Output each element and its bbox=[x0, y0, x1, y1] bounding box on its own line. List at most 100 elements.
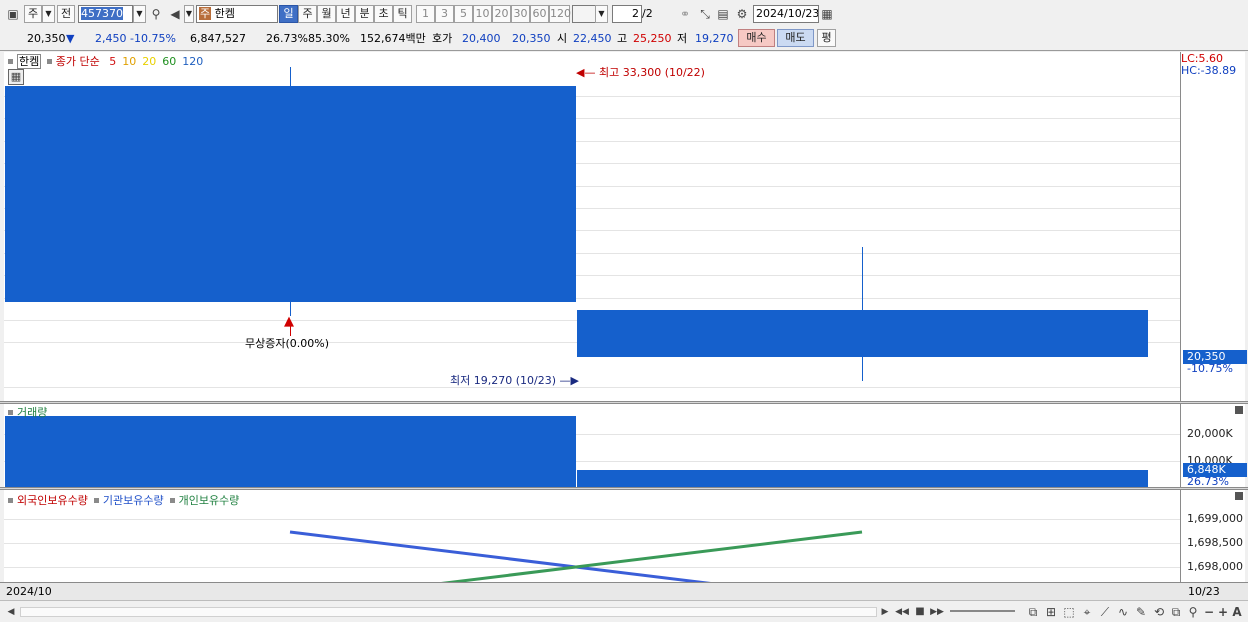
bid-price: 20,400 bbox=[462, 32, 501, 45]
rewind-icon[interactable]: ◀◀ bbox=[893, 603, 911, 621]
main-toolbar: ▣ 주 ▼ 전 457370 ▼ ⚲ ◀ ▼ 주 한켐 ▼ 2 /2 ⚭ ⤡ ▤… bbox=[0, 0, 1248, 29]
event-annotation: 무상증자(0.00%) bbox=[245, 337, 330, 350]
custom-interval-input[interactable] bbox=[572, 5, 596, 23]
close-holdings-panel-icon[interactable] bbox=[1235, 492, 1243, 500]
hc-label: HC:-38.89 bbox=[1181, 64, 1237, 77]
volume-bar bbox=[577, 469, 1148, 488]
legend-square-icon bbox=[46, 59, 52, 64]
holdings-y-tick: 1,699,000 bbox=[1187, 512, 1243, 525]
copy-icon[interactable]: ⧉ bbox=[1024, 603, 1042, 621]
minute-option-6[interactable]: 60 bbox=[530, 5, 549, 23]
minute-option-4[interactable]: 20 bbox=[492, 5, 511, 23]
quote-strip: 20,350 ▼ 2,450 -10.75% 6,847,527 26.73% … bbox=[0, 28, 1248, 51]
candle-body bbox=[5, 85, 576, 303]
ma-period-0: 5 bbox=[109, 55, 117, 68]
holdings-lines bbox=[289, 530, 863, 582]
window-menu-icon[interactable]: ▣ bbox=[4, 5, 22, 23]
max-price-annotation: ◀— 최고 33,300 (10/22) bbox=[576, 65, 705, 79]
period-tab-0[interactable]: 일 bbox=[279, 5, 298, 23]
speaker-dropdown-icon[interactable]: ▼ bbox=[184, 5, 194, 23]
page-input[interactable]: 2 bbox=[612, 5, 642, 23]
market-type-dropdown-icon[interactable]: ▼ bbox=[42, 5, 55, 23]
stock-tag: 한켐 bbox=[17, 54, 42, 69]
interval-dropdown-icon[interactable]: ▼ bbox=[595, 5, 608, 23]
open-price: 22,450 bbox=[573, 32, 612, 45]
stock-name-field[interactable]: 주 한켐 bbox=[196, 5, 278, 23]
prev-button[interactable]: 전 bbox=[57, 5, 75, 23]
legend-square-icon bbox=[8, 59, 13, 64]
horizontal-scrollbar[interactable] bbox=[20, 607, 877, 617]
settings-gear-icon[interactable]: ⚙ bbox=[733, 5, 751, 23]
holdings-series-line-2 bbox=[441, 530, 863, 582]
high-price: 25,250 bbox=[633, 32, 672, 45]
current-price: 20,350 bbox=[27, 32, 66, 45]
period-tab-1[interactable]: 주 bbox=[298, 5, 317, 23]
volume-legend: 거래량 bbox=[6, 404, 47, 420]
stock-code-value: 457370 bbox=[81, 7, 123, 20]
link-icon[interactable]: ⚭ bbox=[676, 5, 694, 23]
trend-line-icon[interactable]: ⟋ bbox=[1096, 603, 1114, 621]
speaker-icon[interactable]: ◀ bbox=[166, 5, 184, 23]
shrink-icon[interactable]: ⤡ bbox=[696, 5, 714, 23]
minute-option-0[interactable]: 1 bbox=[416, 5, 435, 23]
zoom-slider[interactable] bbox=[950, 610, 1015, 612]
history-icon[interactable]: ⟲ bbox=[1150, 603, 1168, 621]
low-price: 19,270 bbox=[695, 32, 734, 45]
down-arrow-icon: ▼ bbox=[66, 32, 75, 45]
period-tab-3[interactable]: 년 bbox=[336, 5, 355, 23]
calendar-icon[interactable]: ▦ bbox=[818, 5, 836, 23]
period-tab-6[interactable]: 틱 bbox=[393, 5, 412, 23]
stock-code-input[interactable]: 457370 bbox=[78, 5, 133, 23]
volume-scale: 20,000K 10,000K 6,848K 26.73% bbox=[1180, 404, 1247, 488]
buy-button[interactable]: 매수 bbox=[738, 29, 775, 47]
volume-chart-area[interactable]: 거래량 bbox=[4, 404, 1180, 488]
ma-period-4: 120 bbox=[182, 55, 204, 68]
price-chart-area[interactable]: 한켐 종가 단순 5 10 20 60 120 ▦ ◀— 최고 33,300 (10/2… bbox=[4, 52, 1180, 402]
stock-name: 한켐 bbox=[214, 7, 235, 20]
period-tab-5[interactable]: 초 bbox=[374, 5, 393, 23]
layout-icon[interactable]: ⊞ bbox=[1042, 603, 1060, 621]
select-area-icon[interactable]: ⬚ bbox=[1060, 603, 1078, 621]
minute-option-2[interactable]: 5 bbox=[454, 5, 473, 23]
minute-option-5[interactable]: 30 bbox=[511, 5, 530, 23]
gallery-icon[interactable]: ⧉ bbox=[1167, 603, 1185, 621]
current-change-tag: -10.75% bbox=[1187, 361, 1233, 375]
volume-bar bbox=[5, 416, 576, 488]
avg-button[interactable]: 평 bbox=[817, 29, 836, 47]
font-size-icon[interactable]: A bbox=[1228, 603, 1246, 621]
date-input[interactable]: 2024/10/23 bbox=[753, 5, 819, 23]
ask-price: 20,350 bbox=[512, 32, 551, 45]
high-label: 고 bbox=[617, 32, 628, 45]
low-label: 저 bbox=[677, 32, 688, 45]
page-total: /2 bbox=[642, 7, 653, 20]
fast-forward-icon[interactable]: ▶▶ bbox=[928, 603, 946, 621]
event-arrow-icon: ▲ bbox=[284, 314, 294, 329]
volume-y-tick: 20,000K bbox=[1187, 427, 1233, 440]
stock-code-dropdown-icon[interactable]: ▼ bbox=[133, 5, 146, 23]
cursor-icon[interactable]: ⌖ bbox=[1078, 603, 1096, 621]
scroll-right-icon[interactable]: ▶ bbox=[876, 603, 894, 621]
period-tab-2[interactable]: 월 bbox=[317, 5, 336, 23]
holdings-y-tick: 1,698,500 bbox=[1187, 536, 1243, 549]
min-price-annotation: 최저 19,270 (10/23) —▶ bbox=[450, 374, 579, 388]
minute-option-3[interactable]: 10 bbox=[473, 5, 492, 23]
pen-icon[interactable]: ✎ bbox=[1132, 603, 1150, 621]
price-legend: 한켐 종가 단순 5 10 20 60 120 bbox=[6, 53, 203, 69]
price-change-pct: -10.75% bbox=[130, 32, 176, 45]
close-volume-panel-icon[interactable] bbox=[1235, 406, 1243, 414]
hoga-label: 호가 bbox=[432, 32, 453, 45]
holdings-chart-area[interactable]: 외국인보유수량 기관보유수량 개인보유수량 bbox=[4, 490, 1180, 582]
minute-option-1[interactable]: 3 bbox=[435, 5, 454, 23]
period-tab-4[interactable]: 분 bbox=[355, 5, 374, 23]
scroll-left-icon[interactable]: ◀ bbox=[2, 603, 20, 621]
market-type-button[interactable]: 주 bbox=[24, 5, 42, 23]
search-icon[interactable]: ⚲ bbox=[147, 5, 165, 23]
sell-button[interactable]: 매도 bbox=[777, 29, 814, 47]
wave-icon[interactable]: ∿ bbox=[1114, 603, 1132, 621]
open-label: 시 bbox=[557, 32, 568, 45]
ma-period-list: 5 10 20 60 120 bbox=[103, 55, 203, 68]
minute-option-7[interactable]: 120 bbox=[549, 5, 571, 23]
grid-toggle-icon[interactable]: ▦ bbox=[8, 69, 24, 85]
stop-icon[interactable]: ■ bbox=[911, 603, 929, 621]
save-icon[interactable]: ▤ bbox=[714, 5, 732, 23]
